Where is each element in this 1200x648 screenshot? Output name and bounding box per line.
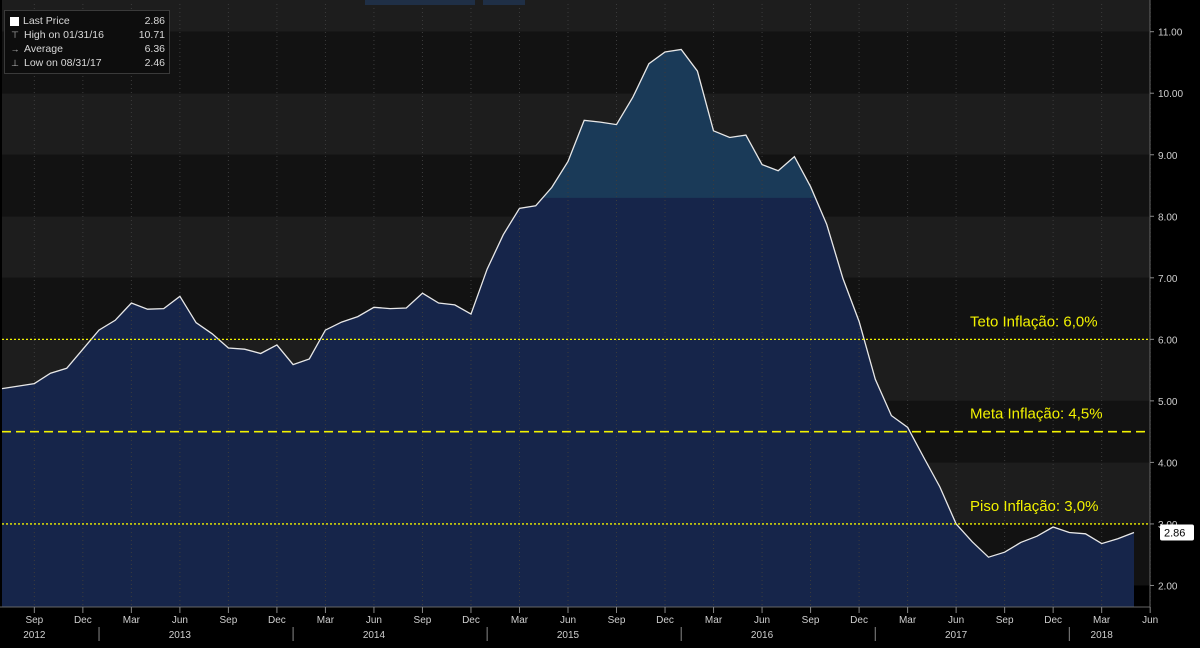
x-tick-label: Jun [1142, 615, 1158, 626]
x-tick-label: Mar [317, 615, 335, 626]
legend-row-last-price: Last Price 2.86 [10, 14, 165, 28]
legend-value: 10.71 [138, 29, 165, 41]
legend-value: 2.86 [144, 15, 165, 27]
x-tick-label: Jun [754, 615, 770, 626]
average-marker-icon: → [10, 44, 20, 54]
low-marker-icon: ⊥ [11, 58, 19, 68]
chart-legend: Last Price 2.86 ⊤ High on 01/31/16 10.71 … [4, 10, 170, 74]
square-marker-icon [10, 16, 19, 26]
x-year-label: 2018 [1091, 630, 1114, 641]
high-marker-icon: ⊤ [11, 30, 19, 40]
y-tick-label: 8.00 [1158, 212, 1178, 223]
x-tick-label: Mar [123, 615, 141, 626]
x-year-label: 2016 [751, 630, 774, 641]
x-year-label: 2017 [945, 630, 968, 641]
background-band [2, 0, 1150, 32]
x-tick-label: Mar [705, 615, 723, 626]
y-tick-label: 9.00 [1158, 151, 1178, 162]
x-tick-label: Sep [25, 615, 43, 626]
x-tick-label: Sep [220, 615, 238, 626]
x-tick-label: Jun [366, 615, 382, 626]
last-price-label: 2.86 [1164, 528, 1185, 540]
x-tick-label: Jun [948, 615, 964, 626]
legend-label: Average [24, 43, 63, 55]
y-tick-label: 7.00 [1158, 274, 1178, 285]
x-tick-label: Dec [268, 615, 286, 626]
top-tab-1[interactable] [365, 0, 475, 5]
x-tick-label: Dec [850, 615, 868, 626]
legend-label: High on 01/31/16 [24, 29, 104, 41]
inflation-chart: Teto Inflação: 6,0% Meta Inflação: 4,5% Pi… [0, 0, 1200, 648]
x-tick-label: Sep [996, 615, 1014, 626]
x-tick-label: Dec [1044, 615, 1062, 626]
reference-label-2: Piso Inflação: 3,0% [970, 498, 1098, 515]
y-tick-label: 6.00 [1158, 335, 1178, 346]
x-tick-label: Jun [172, 615, 188, 626]
legend-row-average: → Average 6.36 [10, 42, 166, 56]
x-tick-label: Mar [511, 615, 529, 626]
x-tick-label: Mar [899, 615, 917, 626]
legend-value: 6.36 [144, 43, 165, 55]
x-tick-label: Dec [74, 615, 92, 626]
x-tick-label: Dec [462, 615, 480, 626]
x-tick-label: Mar [1093, 615, 1111, 626]
x-year-label: 2013 [169, 630, 192, 641]
y-tick-label: 11.00 [1158, 28, 1183, 39]
x-year-label: 2012 [23, 630, 46, 641]
x-year-label: 2015 [557, 630, 580, 641]
legend-value: 2.46 [144, 57, 165, 69]
legend-label: Low on 08/31/17 [24, 57, 102, 69]
x-tick-label: Sep [802, 615, 820, 626]
background-band [2, 31, 1150, 94]
y-tick-label: 5.00 [1158, 397, 1178, 408]
legend-row-high: ⊤ High on 01/31/16 10.71 [10, 28, 165, 42]
x-tick-label: Jun [560, 615, 576, 626]
top-tab-2[interactable] [483, 0, 525, 5]
x-year-label: 2014 [363, 630, 386, 641]
reference-label-1: Meta Inflação: 4,5% [970, 406, 1103, 423]
reference-label-0: Teto Inflação: 6,0% [970, 313, 1098, 330]
y-tick-label: 4.00 [1158, 458, 1178, 469]
y-tick-label: 2.00 [1158, 581, 1178, 592]
legend-label: Last Price [23, 15, 70, 27]
legend-row-low: ⊥ Low on 08/31/17 2.46 [10, 56, 165, 70]
x-tick-label: Sep [414, 615, 432, 626]
y-tick-label: 10.00 [1158, 89, 1183, 100]
x-tick-label: Sep [608, 615, 626, 626]
x-tick-label: Dec [656, 615, 674, 626]
